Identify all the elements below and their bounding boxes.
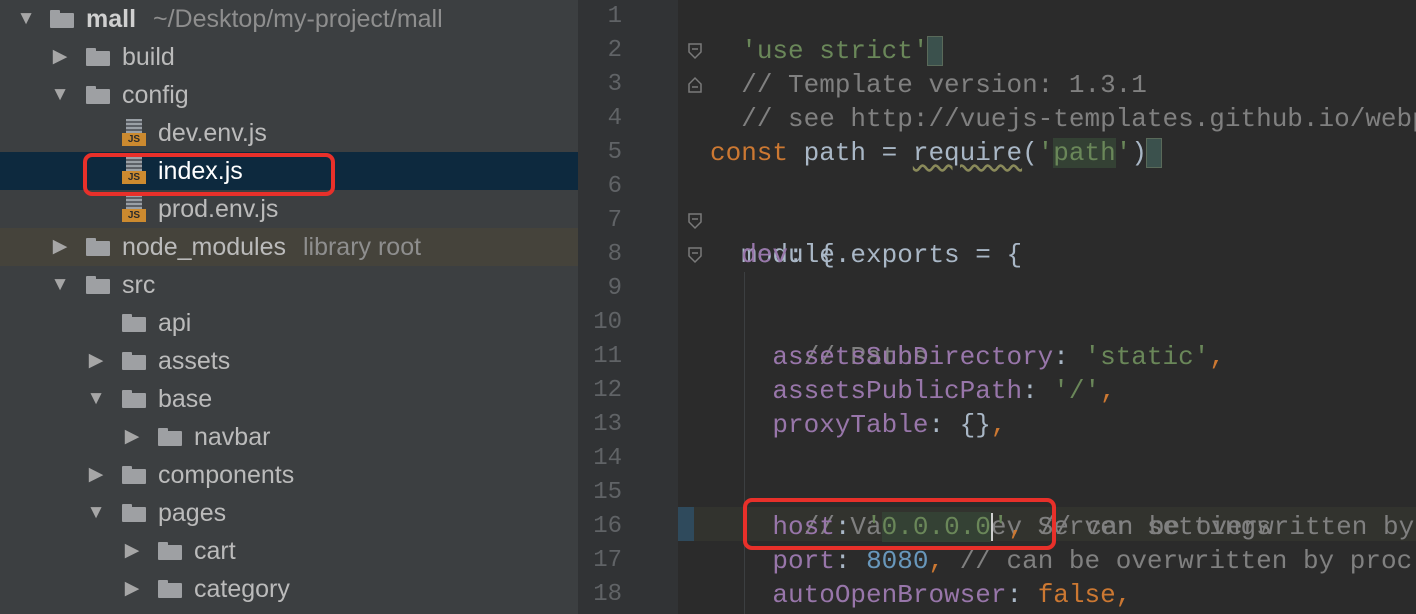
tree-label: cart (194, 537, 236, 565)
chevron-down-icon[interactable]: ▼ (16, 0, 36, 38)
tree-row-category[interactable]: ▶ category (0, 570, 578, 608)
chevron-right-icon[interactable]: ▶ (50, 228, 70, 266)
line-number: 16 (593, 513, 622, 540)
tree-label: components (158, 461, 295, 489)
fold-marker-icon[interactable] (686, 212, 704, 230)
tree-row-src[interactable]: ▼ src (0, 266, 578, 304)
code-line-7[interactable]: module.exports = { (710, 204, 1022, 270)
code-line-11[interactable]: assetsSubDirectory: 'static', (710, 340, 1225, 374)
code-line-8[interactable]: dev: { (710, 238, 835, 272)
line-number: 12 (593, 377, 622, 404)
tree-row-pages[interactable]: ▼ pages (0, 494, 578, 532)
chevron-right-icon[interactable]: ▶ (86, 342, 106, 380)
line-number: 5 (607, 139, 622, 166)
tree-label: pages (158, 499, 227, 527)
folder-icon (86, 276, 110, 294)
tree-row-mall[interactable]: ▼ mall ~/Desktop/my-project/mall (0, 0, 578, 38)
line-number: 18 (593, 581, 622, 608)
line-number: 9 (607, 275, 622, 302)
code-line-5[interactable]: const path = require('path') (710, 136, 1162, 170)
tree-row-navbar[interactable]: ▶ navbar (0, 418, 578, 456)
tree-label: build (122, 43, 175, 71)
line-number: 2 (607, 37, 622, 64)
folder-icon (86, 238, 110, 256)
library-root-label: library root (302, 233, 422, 261)
fold-marker-icon[interactable] (686, 246, 704, 264)
highlight-box-host (743, 498, 1056, 550)
highlight-box-index-js (83, 153, 335, 196)
tree-row-config[interactable]: ▼ config (0, 76, 578, 114)
fold-end-marker-icon[interactable] (686, 76, 704, 94)
current-line-marker (678, 507, 694, 541)
folder-icon (122, 504, 146, 522)
tree-label: node_modules (122, 233, 287, 261)
line-number: 7 (607, 207, 622, 234)
chevron-down-icon[interactable]: ▼ (50, 266, 70, 304)
tree-row-cart[interactable]: ▶ cart (0, 532, 578, 570)
tree-label: src (122, 271, 156, 299)
folder-icon (158, 428, 182, 446)
code-line-13[interactable]: proxyTable: {}, (710, 408, 1006, 442)
chevron-right-icon[interactable]: ▶ (122, 532, 142, 570)
chevron-down-icon[interactable]: ▼ (86, 380, 106, 418)
chevron-right-icon[interactable]: ▶ (122, 418, 142, 456)
tree-row-base[interactable]: ▼ base (0, 380, 578, 418)
tree-label: base (158, 385, 213, 413)
line-number: 8 (607, 241, 622, 268)
line-number: 10 (593, 309, 622, 336)
tree-row-node-modules[interactable]: ▶ node_modules library root (0, 228, 578, 266)
line-number: 3 (607, 71, 622, 98)
folder-icon (86, 48, 110, 66)
chevron-right-icon[interactable]: ▶ (86, 456, 106, 494)
chevron-right-icon[interactable]: ▶ (50, 38, 70, 76)
chevron-down-icon[interactable]: ▼ (86, 494, 106, 532)
code-line-3[interactable]: // see http://vuejs-templates.github.io/… (710, 68, 1416, 134)
chevron-right-icon[interactable]: ▶ (122, 570, 142, 608)
project-path: ~/Desktop/my-project/mall (152, 5, 443, 33)
tree-row-api[interactable]: api (0, 304, 578, 342)
folder-icon (122, 352, 146, 370)
tree-label: dev.env.js (158, 119, 267, 147)
line-number: 4 (607, 105, 622, 132)
code-line-1[interactable]: 'use strict' (710, 0, 944, 67)
tree-label: config (122, 81, 189, 109)
tree-row-assets[interactable]: ▶ assets (0, 342, 578, 380)
tree-label: mall (86, 5, 137, 33)
folder-icon (86, 86, 110, 104)
line-number: 17 (593, 547, 622, 574)
tree-row-dev-env-js[interactable]: JS dev.env.js (0, 114, 578, 152)
code-line-18[interactable]: autoOpenBrowser: false, (710, 578, 1131, 612)
folder-icon (50, 10, 74, 28)
line-number: 1 (607, 3, 622, 30)
tree-label: navbar (194, 423, 271, 451)
project-tree: ▼ mall ~/Desktop/my-project/mall ▶ build… (0, 0, 578, 614)
tree-label: assets (158, 347, 231, 375)
chevron-down-icon[interactable]: ▼ (50, 76, 70, 114)
fold-marker-icon[interactable] (686, 42, 704, 60)
line-number: 14 (593, 445, 622, 472)
js-file-icon: JS (122, 195, 146, 223)
folder-icon (158, 542, 182, 560)
folder-icon (122, 466, 146, 484)
tree-row-components[interactable]: ▶ components (0, 456, 578, 494)
line-number: 11 (593, 343, 622, 370)
code-line-10[interactable]: // Paths (710, 306, 929, 372)
tree-label: category (194, 575, 290, 603)
line-number: 6 (607, 173, 622, 200)
js-file-icon: JS (122, 119, 146, 147)
code-line-2[interactable]: // Template version: 1.3.1 (710, 34, 1147, 100)
tree-row-build[interactable]: ▶ build (0, 38, 578, 76)
folder-icon (158, 580, 182, 598)
line-number: 15 (593, 479, 622, 506)
code-line-12[interactable]: assetsPublicPath: '/', (710, 374, 1115, 408)
folder-icon (122, 314, 146, 332)
line-number: 13 (593, 411, 622, 438)
folder-icon (122, 390, 146, 408)
tree-label: api (158, 309, 192, 337)
